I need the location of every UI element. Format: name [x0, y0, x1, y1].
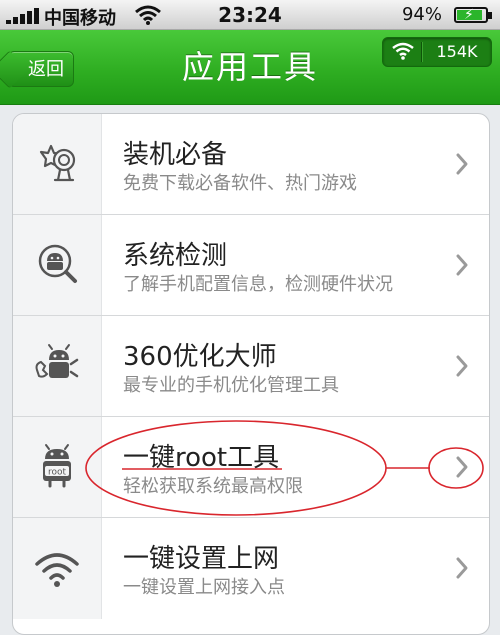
- chevron-right-icon: [456, 456, 468, 478]
- list-item-youhua[interactable]: 360优化大师 最专业的手机优化管理工具: [13, 316, 489, 417]
- wifi-icon: [392, 42, 414, 60]
- nav-bar: 应用工具 返回 154K: [0, 30, 500, 105]
- battery-percent: 94%: [401, 4, 442, 25]
- star-camera-icon: [39, 144, 76, 182]
- item-subtitle: 最专业的手机优化管理工具: [123, 375, 339, 396]
- back-button-label: 返回: [28, 59, 64, 80]
- chevron-right-icon: [456, 557, 468, 579]
- item-title: 一键root工具: [123, 443, 280, 473]
- item-title: 一键设置上网: [123, 544, 280, 574]
- item-subtitle: 一键设置上网接入点: [123, 577, 285, 598]
- status-bar: 中国移动 23:24 94% ⚡: [0, 0, 500, 30]
- chevron-right-icon: [456, 254, 468, 276]
- svg-text:root: root: [48, 468, 67, 478]
- item-icon-box: [13, 518, 102, 619]
- item-subtitle: 轻松获取系统最高权限: [123, 476, 303, 497]
- android-root-icon: root: [43, 444, 71, 488]
- back-button[interactable]: 返回: [8, 51, 74, 87]
- chevron-right-icon: [456, 153, 468, 175]
- battery-charging-icon: ⚡: [454, 7, 492, 23]
- item-title: 360优化大师: [123, 342, 277, 372]
- tool-list: 装机必备 免费下载必备软件、热门游戏 系统检测 了解手机配置信息，检测硬件状况: [12, 113, 490, 635]
- item-icon-box: [13, 316, 102, 416]
- item-icon-box: [13, 114, 102, 214]
- list-item-root[interactable]: root 一键root工具 轻松获取系统最高权限: [13, 417, 489, 518]
- list-item-shangwang[interactable]: 一键设置上网 一键设置上网接入点: [13, 518, 489, 619]
- item-title: 系统检测: [123, 241, 228, 271]
- android-wrench-icon: [35, 344, 79, 378]
- item-title: 装机必备: [123, 140, 228, 170]
- network-speed-badge: 154K: [382, 37, 492, 67]
- wifi-setup-icon: [35, 553, 79, 587]
- list-item-zhuangji[interactable]: 装机必备 免费下载必备软件、热门游戏: [13, 114, 489, 215]
- item-subtitle: 了解手机配置信息，检测硬件状况: [123, 274, 393, 295]
- list-item-xitong[interactable]: 系统检测 了解手机配置信息，检测硬件状况: [13, 215, 489, 316]
- chevron-right-icon: [456, 355, 468, 377]
- android-magnifier-icon: [38, 244, 77, 283]
- speed-value: 154K: [436, 42, 478, 61]
- item-icon-box: [13, 215, 102, 315]
- item-subtitle: 免费下载必备软件、热门游戏: [123, 173, 357, 194]
- item-icon-box: root: [13, 417, 102, 517]
